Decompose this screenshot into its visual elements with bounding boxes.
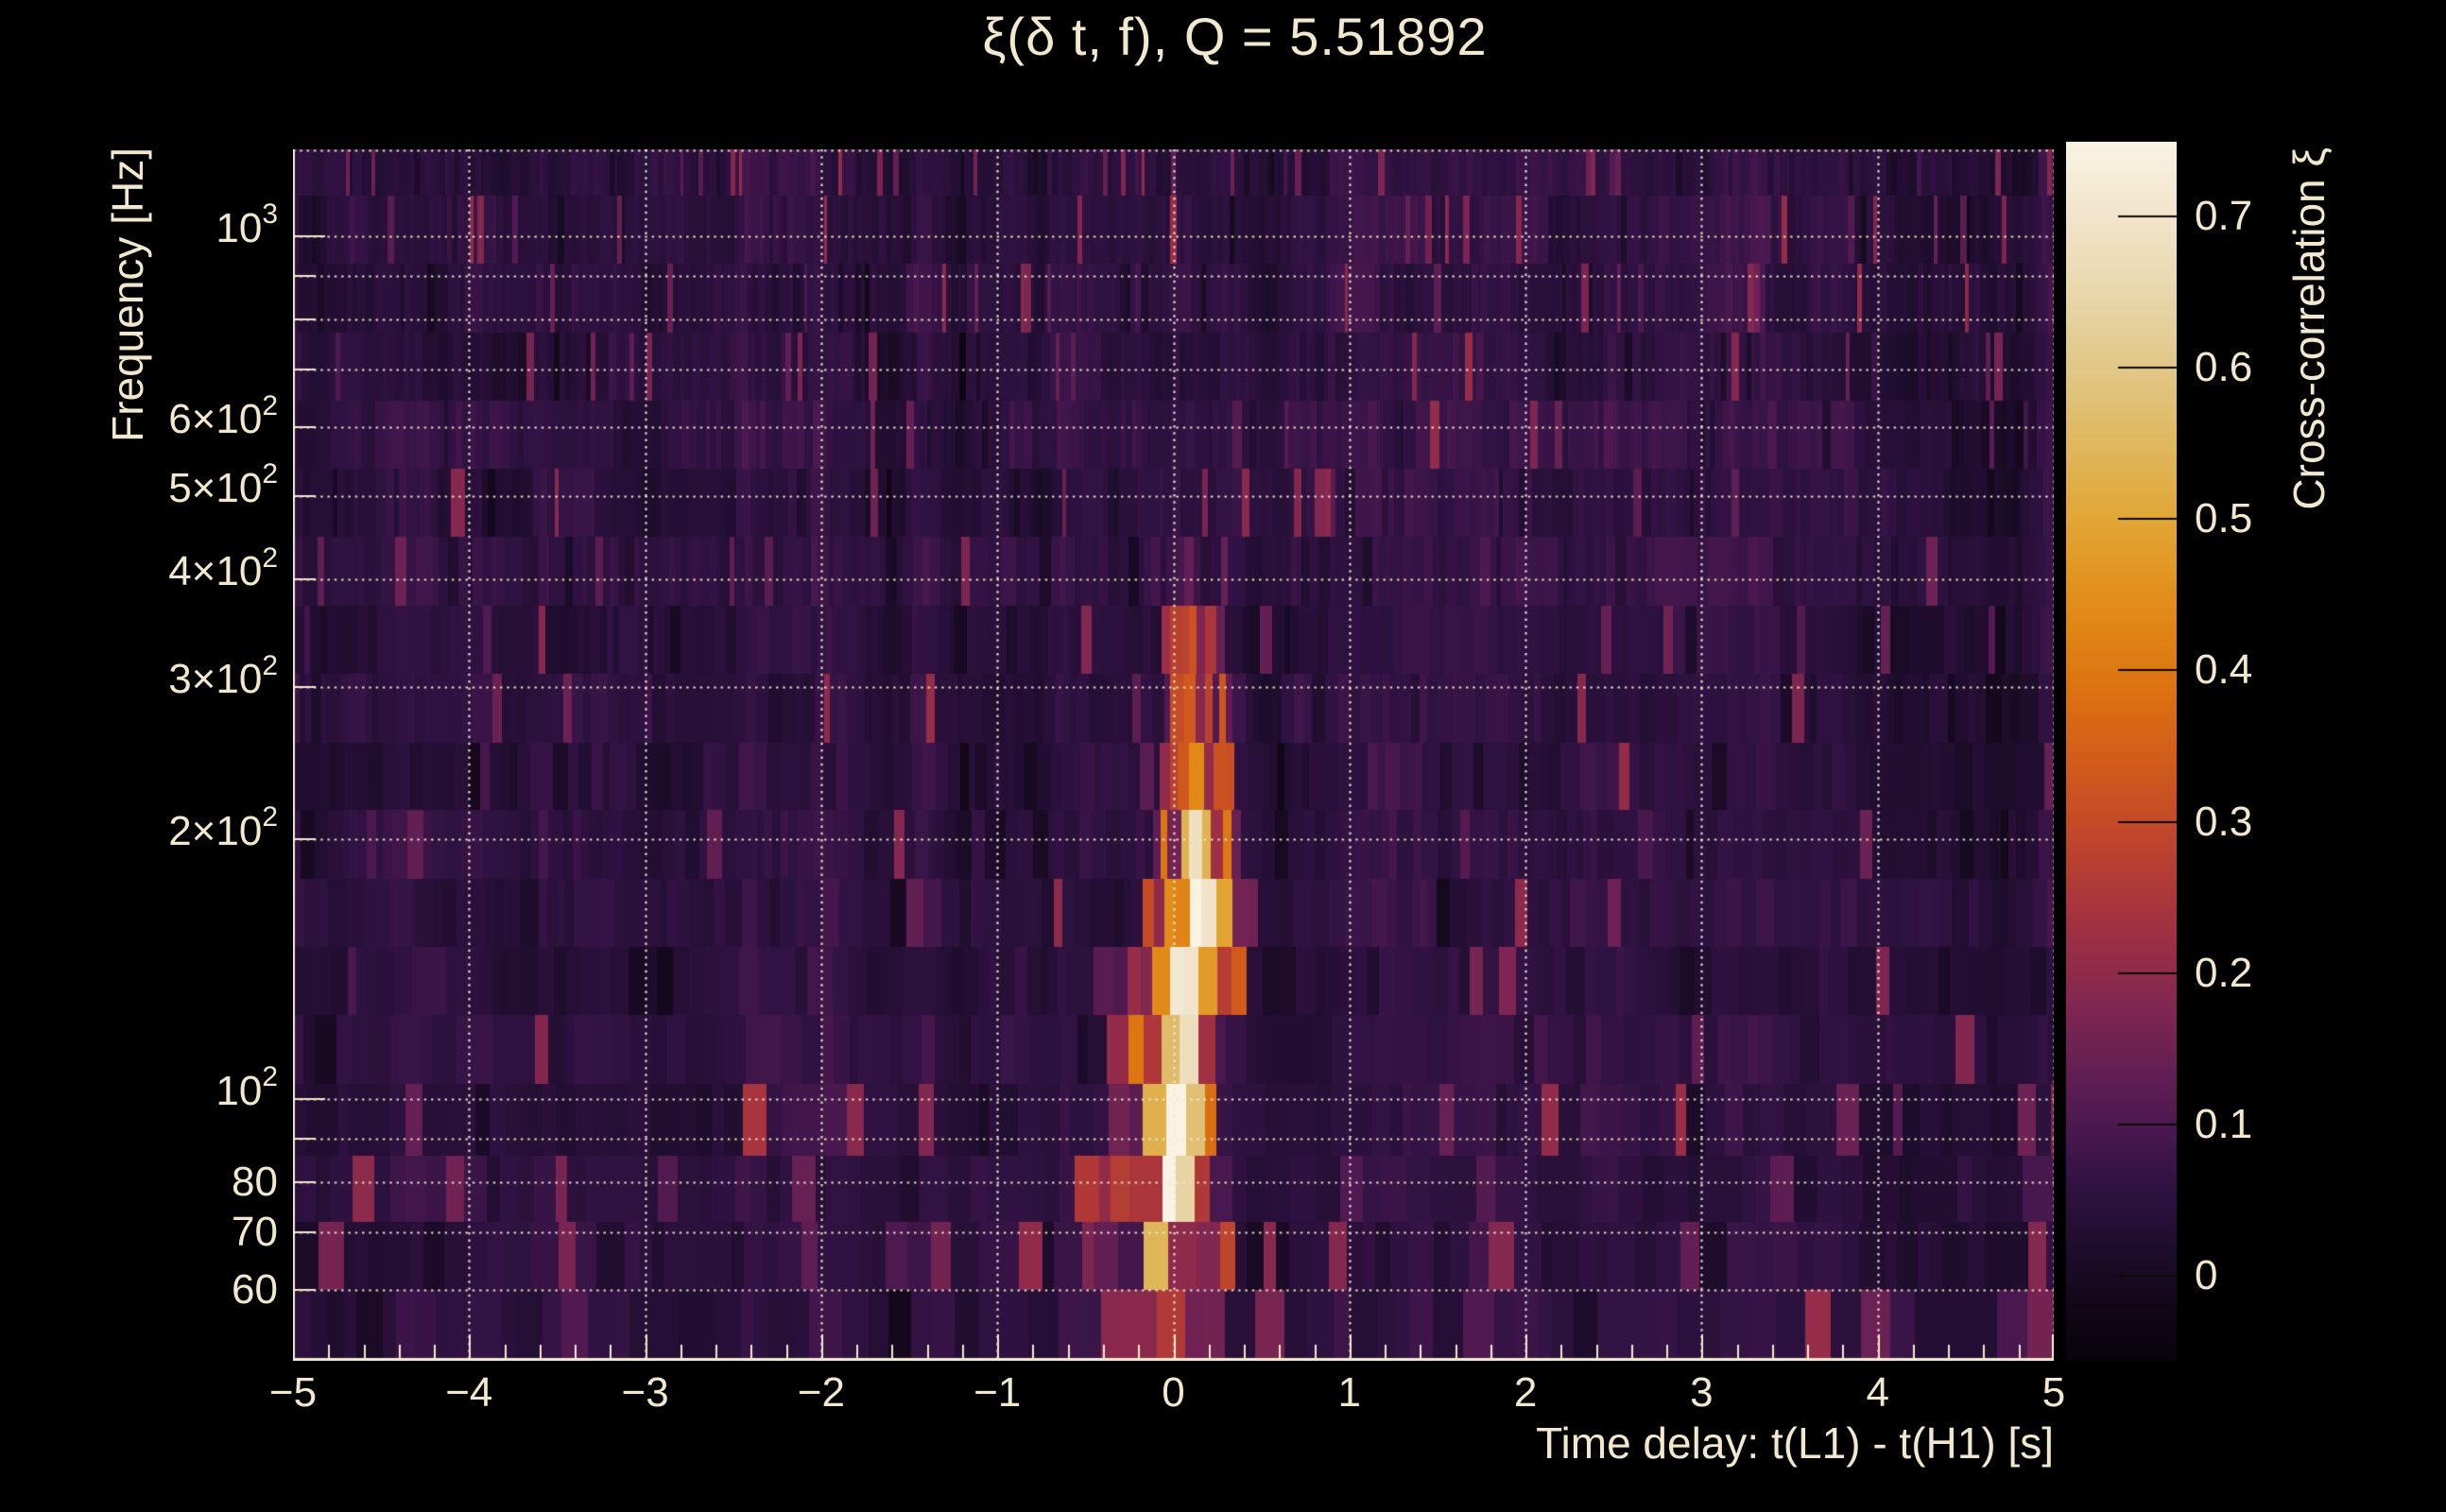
x-tick-label: −1	[973, 1369, 1022, 1416]
x-tick-label: 0	[1162, 1369, 1185, 1416]
y-tick-label: 70	[232, 1209, 278, 1256]
y-tick-label: 3×102	[168, 649, 278, 703]
x-tick-label: −3	[621, 1369, 669, 1416]
y-tick-label: 80	[232, 1159, 278, 1206]
x-tick-label: 1	[1337, 1369, 1362, 1416]
y-tick-label: 60	[232, 1266, 278, 1314]
x-tick-label: 5	[2041, 1369, 2066, 1416]
y-tick-label: 102	[215, 1061, 278, 1114]
x-tick-label: 2	[1513, 1369, 1538, 1416]
x-tick-label: 4	[1866, 1369, 1889, 1416]
colorbar-tick-label: 0.1	[2195, 1101, 2253, 1147]
heatmap-canvas	[293, 149, 2054, 1361]
x-tick-label: 3	[1690, 1369, 1714, 1416]
x-tick-label: −5	[268, 1369, 318, 1416]
y-tick-label: 2×102	[168, 801, 278, 854]
colorbar-tick-label: 0	[2195, 1252, 2218, 1299]
colorbar-tick-label: 0.3	[2195, 798, 2253, 845]
colorbar-tick-label: 0.4	[2195, 646, 2253, 694]
y-tick-label: 5×102	[168, 458, 278, 511]
y-tick-label: 6×102	[168, 389, 278, 443]
chart-title: ξ(δ t, f), Q = 5.51892	[982, 7, 1488, 66]
x-tick-label: −2	[797, 1369, 845, 1416]
x-tick-label: −4	[445, 1369, 493, 1416]
y-axis-title: Frequency [Hz]	[103, 147, 152, 442]
y-tick-label: 4×102	[168, 541, 278, 595]
figure: ξ(δ t, f), Q = 5.51892 Frequency [Hz] 10…	[0, 0, 2446, 1512]
x-axis-title: Time delay: t(L1) - t(H1) [s]	[1536, 1418, 2054, 1468]
y-tick-label: 103	[215, 198, 278, 251]
colorbar-canvas	[2066, 142, 2177, 1361]
colorbar-tick-label: 0.2	[2195, 949, 2253, 996]
colorbar-title: Cross-correlation ξ	[2284, 147, 2334, 510]
